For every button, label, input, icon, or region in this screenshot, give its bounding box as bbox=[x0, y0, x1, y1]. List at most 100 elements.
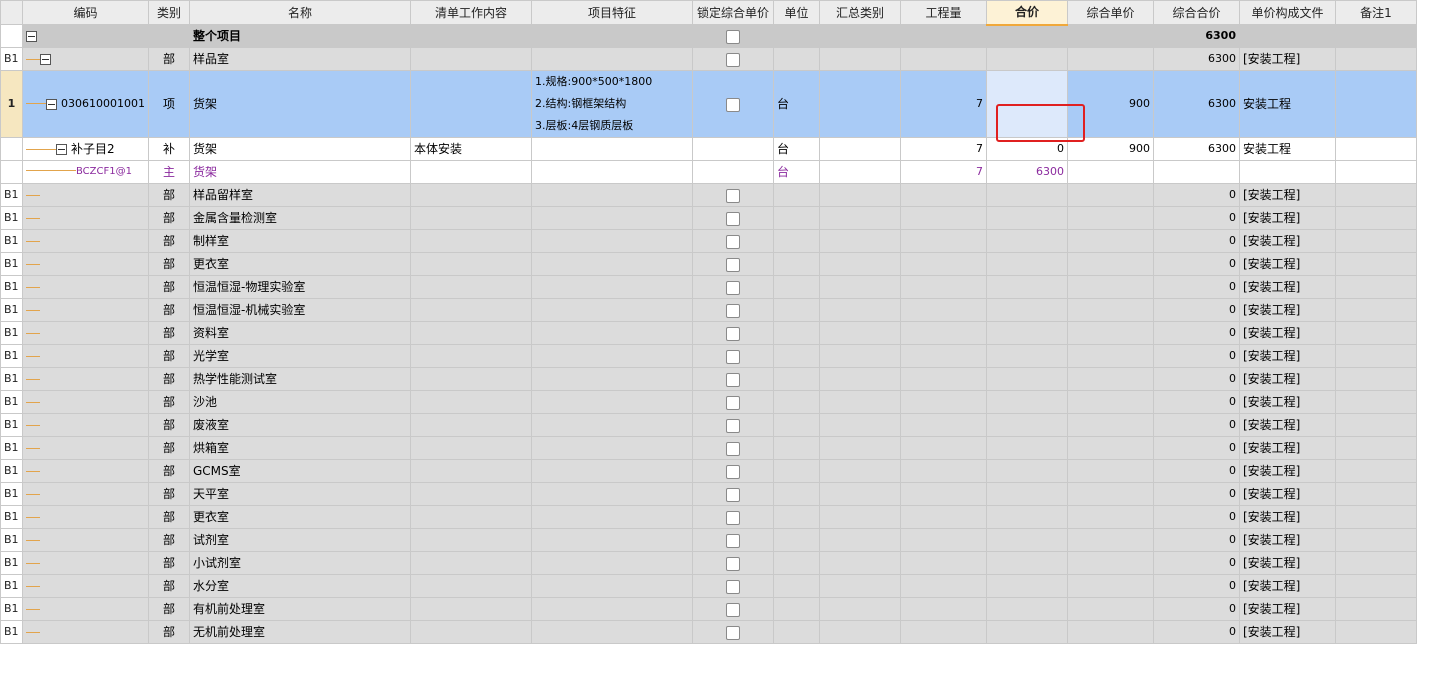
work-content-cell[interactable] bbox=[410, 160, 532, 184]
unit-price-cell[interactable] bbox=[1067, 413, 1154, 437]
type-cell[interactable]: 部 bbox=[148, 528, 190, 552]
amount-cell[interactable] bbox=[986, 321, 1068, 345]
lock-price-cell[interactable] bbox=[692, 367, 774, 391]
collapse-icon[interactable] bbox=[26, 31, 37, 42]
price-file-cell[interactable]: [安装工程] bbox=[1239, 275, 1336, 299]
total-price-cell[interactable]: 0 bbox=[1153, 390, 1240, 414]
remark-cell[interactable] bbox=[1335, 70, 1417, 138]
amount-cell[interactable]: 0 bbox=[986, 137, 1068, 161]
unit-price-cell[interactable] bbox=[1067, 206, 1154, 230]
quantity-cell[interactable] bbox=[900, 620, 987, 644]
unit-cell[interactable] bbox=[773, 183, 820, 207]
remark-cell[interactable] bbox=[1335, 24, 1417, 48]
summary-type-cell[interactable] bbox=[819, 70, 901, 138]
work-content-cell[interactable] bbox=[410, 459, 532, 483]
type-cell[interactable]: 部 bbox=[148, 413, 190, 437]
remark-cell[interactable] bbox=[1335, 390, 1417, 414]
unit-cell[interactable] bbox=[773, 413, 820, 437]
features-cell[interactable] bbox=[531, 482, 693, 506]
code-cell[interactable] bbox=[22, 24, 149, 48]
type-cell[interactable]: 部 bbox=[148, 482, 190, 506]
price-file-cell[interactable]: [安装工程] bbox=[1239, 551, 1336, 575]
features-cell[interactable] bbox=[531, 574, 693, 598]
lock-price-cell[interactable] bbox=[692, 137, 774, 161]
quantity-cell[interactable] bbox=[900, 367, 987, 391]
price-file-cell[interactable]: [安装工程] bbox=[1239, 206, 1336, 230]
name-cell[interactable]: 水分室 bbox=[189, 574, 411, 598]
total-price-cell[interactable]: 0 bbox=[1153, 183, 1240, 207]
total-price-cell[interactable]: 0 bbox=[1153, 620, 1240, 644]
unit-cell[interactable] bbox=[773, 298, 820, 322]
name-cell[interactable]: 无机前处理室 bbox=[189, 620, 411, 644]
quantity-cell[interactable] bbox=[900, 482, 987, 506]
features-cell[interactable] bbox=[531, 24, 693, 48]
total-price-cell[interactable]: 0 bbox=[1153, 321, 1240, 345]
quantity-cell[interactable] bbox=[900, 321, 987, 345]
features-cell[interactable] bbox=[531, 528, 693, 552]
name-cell[interactable]: 光学室 bbox=[189, 344, 411, 368]
table-row-section[interactable]: B1 部烘箱室 0 [安装工程] bbox=[0, 436, 1417, 460]
row-header[interactable]: B1 bbox=[0, 47, 23, 71]
lock-price-checkbox[interactable] bbox=[726, 556, 740, 571]
total-price-cell[interactable]: 0 bbox=[1153, 528, 1240, 552]
lock-price-cell[interactable] bbox=[692, 459, 774, 483]
unit-cell[interactable] bbox=[773, 505, 820, 529]
total-price-cell[interactable]: 0 bbox=[1153, 413, 1240, 437]
total-price-cell[interactable]: 0 bbox=[1153, 367, 1240, 391]
table-row-section[interactable]: B1 部制样室 0 [安装工程] bbox=[0, 229, 1417, 253]
price-file-cell[interactable]: [安装工程] bbox=[1239, 574, 1336, 598]
remark-cell[interactable] bbox=[1335, 505, 1417, 529]
code-cell[interactable] bbox=[22, 252, 149, 276]
name-cell[interactable]: 样品留样室 bbox=[189, 183, 411, 207]
table-row-section[interactable]: B1 部有机前处理室 0 [安装工程] bbox=[0, 597, 1417, 621]
features-cell[interactable] bbox=[531, 390, 693, 414]
price-file-cell[interactable]: [安装工程] bbox=[1239, 459, 1336, 483]
lock-price-cell[interactable] bbox=[692, 551, 774, 575]
code-cell[interactable]: BCZCF1@1 bbox=[22, 160, 149, 184]
amount-cell[interactable] bbox=[986, 252, 1068, 276]
unit-cell[interactable] bbox=[773, 482, 820, 506]
row-header[interactable]: B1 bbox=[0, 275, 23, 299]
lock-price-cell[interactable] bbox=[692, 47, 774, 71]
col-header-unit-price[interactable]: 综合单价 bbox=[1067, 0, 1154, 25]
remark-cell[interactable] bbox=[1335, 482, 1417, 506]
amount-cell[interactable] bbox=[986, 298, 1068, 322]
quantity-cell[interactable] bbox=[900, 459, 987, 483]
work-content-cell[interactable] bbox=[410, 390, 532, 414]
summary-type-cell[interactable] bbox=[819, 367, 901, 391]
summary-type-cell[interactable] bbox=[819, 551, 901, 575]
work-content-cell[interactable] bbox=[410, 367, 532, 391]
total-price-cell[interactable]: 0 bbox=[1153, 459, 1240, 483]
unit-price-cell[interactable] bbox=[1067, 574, 1154, 598]
lock-price-checkbox[interactable] bbox=[726, 487, 740, 502]
type-cell[interactable]: 部 bbox=[148, 206, 190, 230]
price-file-cell[interactable]: [安装工程] bbox=[1239, 229, 1336, 253]
unit-price-cell[interactable] bbox=[1067, 551, 1154, 575]
lock-price-checkbox[interactable] bbox=[726, 52, 740, 67]
remark-cell[interactable] bbox=[1335, 574, 1417, 598]
unit-cell[interactable] bbox=[773, 574, 820, 598]
lock-price-checkbox[interactable] bbox=[726, 97, 740, 112]
code-cell[interactable] bbox=[22, 528, 149, 552]
row-header[interactable] bbox=[0, 160, 23, 184]
col-header-summary-type[interactable]: 汇总类别 bbox=[819, 0, 901, 25]
lock-price-cell[interactable] bbox=[692, 413, 774, 437]
summary-type-cell[interactable] bbox=[819, 505, 901, 529]
remark-cell[interactable] bbox=[1335, 344, 1417, 368]
unit-cell[interactable] bbox=[773, 459, 820, 483]
amount-cell[interactable] bbox=[986, 436, 1068, 460]
lock-price-checkbox[interactable] bbox=[726, 395, 740, 410]
lock-price-checkbox[interactable] bbox=[726, 257, 740, 272]
row-header[interactable]: B1 bbox=[0, 183, 23, 207]
features-cell[interactable] bbox=[531, 344, 693, 368]
unit-price-cell[interactable] bbox=[1067, 252, 1154, 276]
quantity-cell[interactable] bbox=[900, 390, 987, 414]
summary-type-cell[interactable] bbox=[819, 344, 901, 368]
table-row-section[interactable]: B1 部恒温恒湿-机械实验室 0 [安装工程] bbox=[0, 298, 1417, 322]
table-row-section[interactable]: B1 部光学室 0 [安装工程] bbox=[0, 344, 1417, 368]
summary-type-cell[interactable] bbox=[819, 436, 901, 460]
remark-cell[interactable] bbox=[1335, 321, 1417, 345]
total-price-cell[interactable]: 0 bbox=[1153, 206, 1240, 230]
row-header[interactable]: B1 bbox=[0, 252, 23, 276]
unit-price-cell[interactable] bbox=[1067, 390, 1154, 414]
